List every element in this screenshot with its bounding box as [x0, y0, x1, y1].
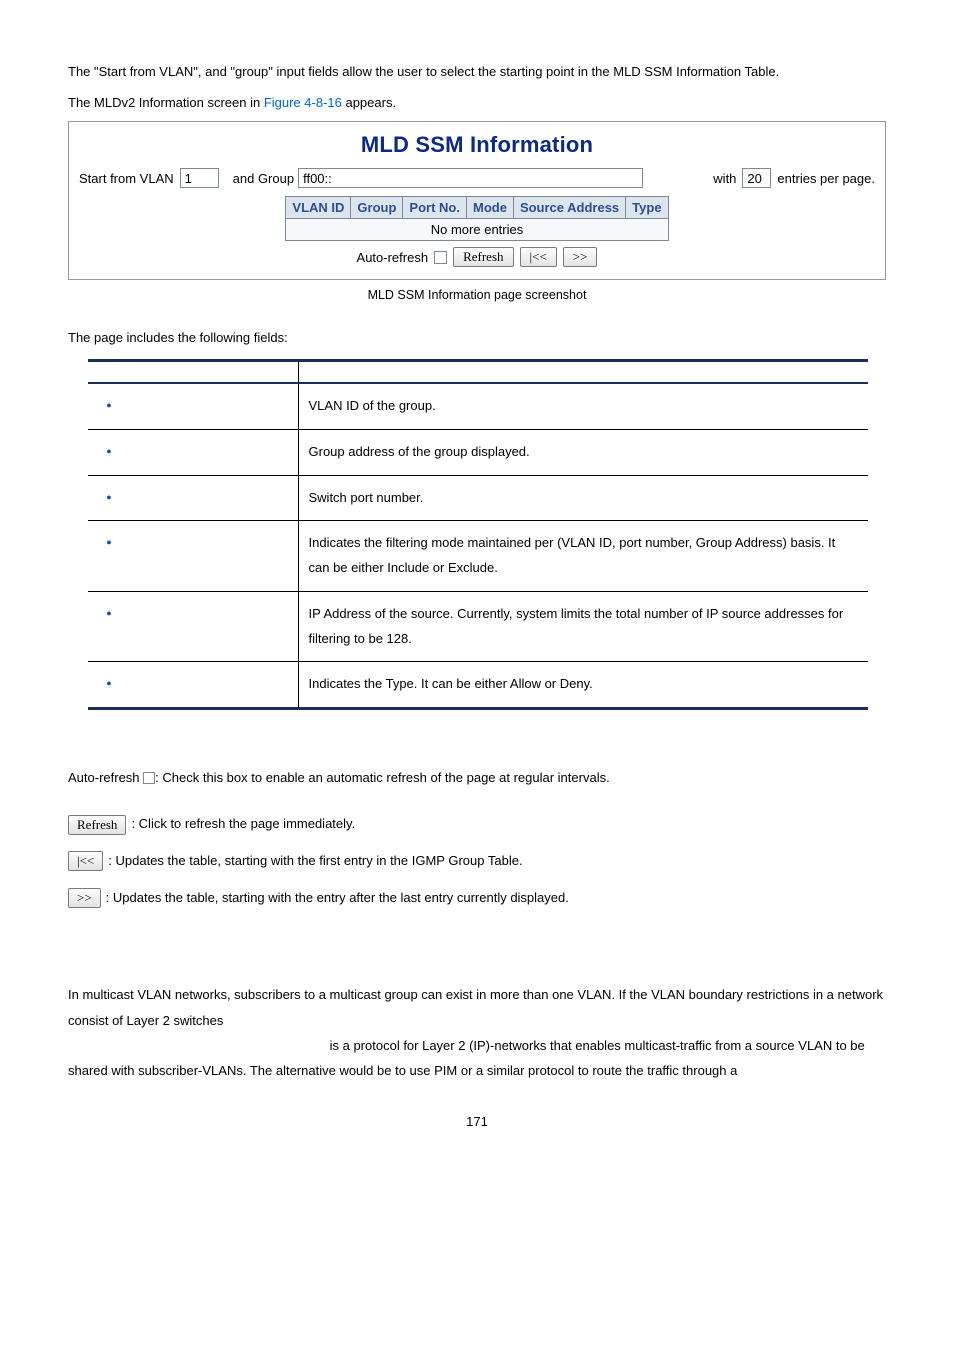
ssm-table: VLAN ID Group Port No. Mode Source Addre…	[285, 196, 668, 241]
refresh-help-row: Refresh : Click to refresh the page imme…	[68, 810, 886, 839]
panel-title: MLD SSM Information	[79, 132, 875, 158]
table-header-row: VLAN ID Group Port No. Mode Source Addre…	[286, 197, 668, 219]
autorefresh-text-pre: Auto-refresh	[68, 770, 143, 785]
table-row: ● IP Address of the source. Currently, s…	[88, 591, 868, 661]
entries-per-page-label: entries per page.	[777, 171, 875, 186]
mvr-paragraph: In multicast VLAN networks, subscribers …	[68, 982, 886, 1083]
next-page-button[interactable]: >>	[563, 247, 598, 267]
group-input[interactable]	[298, 168, 643, 188]
col-mode: Mode	[466, 197, 513, 219]
screenshot-caption: MLD SSM Information page screenshot	[68, 288, 886, 302]
col-group: Group	[351, 197, 403, 219]
next-desc: : Updates the table, starting with the e…	[106, 884, 569, 913]
next-button-icon: >>	[68, 888, 101, 908]
next-help-row: >> : Updates the table, starting with th…	[68, 884, 886, 913]
first-button-icon: |<<	[68, 851, 103, 871]
bullet-icon: ●	[98, 489, 120, 506]
bullet-icon: ●	[98, 534, 120, 551]
field-desc: VLAN ID of the group.	[298, 383, 868, 429]
intro-line-2a: The MLDv2 Information screen in	[68, 95, 264, 110]
autorefresh-label: Auto-refresh	[357, 250, 429, 265]
field-desc: Indicates the filtering mode maintained …	[298, 521, 868, 591]
refresh-button[interactable]: Refresh	[453, 247, 513, 267]
table-row: ●VLAN ID VLAN ID of the group.	[88, 383, 868, 429]
bullet-icon: ●	[98, 397, 120, 414]
checkbox-icon	[143, 772, 155, 784]
bullet-icon: ●	[98, 443, 120, 460]
start-vlan-label: Start from VLAN	[79, 171, 174, 186]
ssm-panel: MLD SSM Information Start from VLAN and …	[68, 121, 886, 280]
col-port-no: Port No.	[403, 197, 467, 219]
refresh-button-icon: Refresh	[68, 815, 126, 835]
table-row: No more entries	[286, 219, 668, 241]
field-desc: Group address of the group displayed.	[298, 430, 868, 476]
table-row: ● Group address of the group displayed.	[88, 430, 868, 476]
intro-line-2: The MLDv2 Information screen in Figure 4…	[68, 91, 886, 116]
col-type: Type	[626, 197, 668, 219]
first-help-row: |<< : Updates the table, starting with t…	[68, 847, 886, 876]
autorefresh-checkbox[interactable]	[434, 251, 447, 264]
autorefresh-help: Auto-refresh : Check this box to enable …	[68, 764, 886, 793]
fields-intro: The page includes the following fields:	[68, 330, 886, 345]
autorefresh-text-post: : Check this box to enable an automatic …	[155, 770, 610, 785]
with-input[interactable]	[742, 168, 771, 188]
field-desc: Indicates the Type. It can be either All…	[298, 662, 868, 709]
fields-header-row	[88, 361, 868, 384]
table-row: ● Indicates the Type. It can be either A…	[88, 662, 868, 709]
fields-table: ●VLAN ID VLAN ID of the group. ● Group a…	[88, 359, 868, 710]
first-desc: : Updates the table, starting with the f…	[108, 847, 522, 876]
and-group-label: and Group	[233, 171, 294, 186]
table-row: ● Switch port number.	[88, 475, 868, 521]
bullet-icon: ●	[98, 675, 120, 692]
mvr-text-1: In multicast VLAN networks, subscribers …	[68, 987, 883, 1027]
field-desc: Switch port number.	[298, 475, 868, 521]
intro-line-2b: appears.	[342, 95, 396, 110]
refresh-desc: : Click to refresh the page immediately.	[131, 810, 355, 839]
col-source-address: Source Address	[513, 197, 625, 219]
figure-link[interactable]: Figure 4-8-16	[264, 95, 342, 110]
table-row: ● Indicates the filtering mode maintaine…	[88, 521, 868, 591]
mvr-text-2: is a protocol for Layer 2 (IP)-networks …	[68, 1038, 865, 1078]
vlan-input[interactable]	[180, 168, 219, 188]
filter-row: Start from VLAN and Group with entries p…	[79, 166, 875, 194]
col-vlan-id: VLAN ID	[286, 197, 351, 219]
field-desc: IP Address of the source. Currently, sys…	[298, 591, 868, 661]
no-entries-cell: No more entries	[286, 219, 668, 241]
intro-line-1: The "Start from VLAN", and "group" input…	[68, 60, 886, 85]
controls-row: Auto-refresh Refresh |<< >>	[79, 247, 875, 267]
first-page-button[interactable]: |<<	[520, 247, 557, 267]
bullet-icon: ●	[98, 605, 120, 622]
buttons-block: Auto-refresh : Check this box to enable …	[68, 764, 886, 912]
with-label: with	[713, 171, 736, 186]
page-number: 171	[68, 1114, 886, 1129]
